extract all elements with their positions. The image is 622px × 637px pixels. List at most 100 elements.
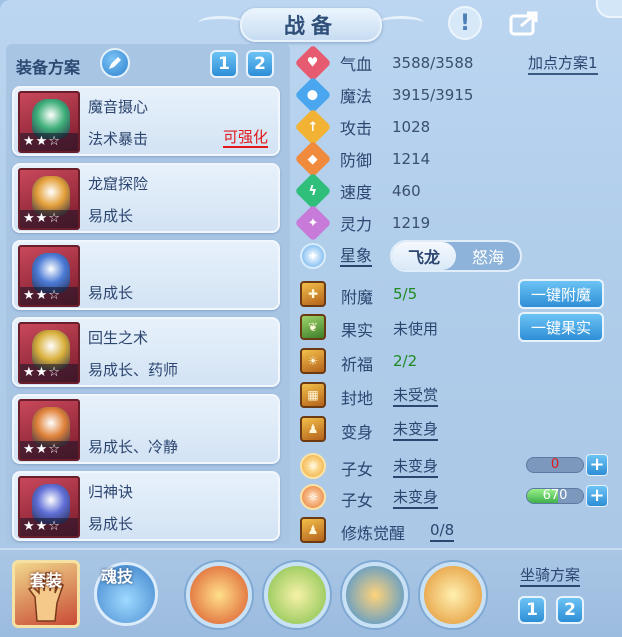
info-icon[interactable]: !: [448, 6, 482, 40]
window-title-bar: 战备: [240, 8, 382, 42]
stat-value: 1214: [392, 150, 431, 168]
attr-icon: ☼: [300, 484, 326, 510]
stat-value: 1028: [392, 118, 431, 136]
attr-icon: ☼: [300, 453, 326, 479]
child-growth-bar: 670: [526, 488, 584, 504]
pet-name: 回生之术: [88, 329, 149, 347]
star-option-feilong[interactable]: 飞龙: [392, 242, 456, 270]
pet-traits: 易成长、冷静: [88, 438, 179, 456]
stat-row: ✦ 灵力 1219: [294, 204, 431, 242]
close-button[interactable]: [596, 0, 622, 18]
attr-icon: ♟: [300, 517, 326, 543]
edit-plan-button[interactable]: [100, 48, 130, 78]
add-point-plan-link[interactable]: 加点方案1: [528, 54, 598, 75]
add-child-growth-button[interactable]: +: [586, 454, 608, 476]
stat-icon: ↑: [294, 108, 332, 146]
stat-name: 灵力: [340, 215, 373, 234]
attr-label: 子女: [341, 460, 374, 479]
attr-icon: ▦: [300, 382, 326, 408]
mount-plan-label: 坐骑方案: [520, 566, 581, 587]
suit-button[interactable]: 套装: [12, 560, 80, 628]
pencil-icon: [109, 57, 121, 69]
stat-row: ↑ 攻击 1028: [294, 108, 431, 146]
stat-name: 速度: [340, 183, 373, 202]
one-click-fruit-button[interactable]: 一键果实: [518, 312, 604, 342]
pet-card[interactable]: ★★☆ 易成长: [12, 240, 280, 310]
pet-portrait: ★★☆: [18, 322, 80, 384]
pet-traits: 易成长: [88, 515, 134, 533]
pet-card[interactable]: ★★☆ 易成长、冷静: [12, 394, 280, 464]
attr-label: 附魔: [341, 288, 374, 307]
soul-skill-label: 魂技: [101, 567, 134, 586]
attr-value: 未使用: [393, 320, 439, 338]
pet-portrait: ★★☆: [18, 91, 80, 153]
child-growth-value: 0: [550, 457, 560, 472]
attr-value[interactable]: 未变身: [393, 488, 439, 509]
stat-value: 460: [392, 182, 421, 200]
pet-name: 龙窟探险: [88, 175, 149, 193]
pet-stars: ★★☆: [20, 364, 78, 382]
title-ornament-left: [198, 16, 244, 30]
mount-plan-2-button[interactable]: 2: [556, 596, 584, 624]
pet-name: 归神诀: [88, 483, 134, 501]
equip-plan-2-button[interactable]: 2: [246, 50, 274, 78]
skill-orb-4-icon[interactable]: [420, 562, 486, 628]
pet-name: 魔音摄心: [88, 98, 149, 116]
stat-row: ● 魔法 3915/3915: [294, 76, 474, 114]
pet-card[interactable]: ★★☆ 魔音摄心法术暴击 可强化: [12, 86, 280, 156]
pet-card[interactable]: ★★☆ 龙窟探险 易成长: [12, 163, 280, 233]
pet-traits: 易成长、药师: [88, 361, 179, 379]
skill-orb-3-icon[interactable]: [342, 562, 408, 628]
attr-value[interactable]: 0/8: [430, 521, 455, 542]
stat-value: 3915/3915: [392, 86, 474, 104]
star-sign-toggle[interactable]: 飞龙 怒海: [390, 240, 522, 272]
star-sign-label[interactable]: 星象: [340, 246, 373, 267]
stat-icon: ●: [294, 76, 332, 114]
attr-value[interactable]: 未变身: [393, 457, 439, 478]
stat-row: ◆ 防御 1214: [294, 140, 431, 178]
pet-portrait: ★★☆: [18, 476, 80, 538]
attr-icon: ♟: [300, 416, 326, 442]
suit-label: 套装: [29, 571, 62, 590]
stat-icon: ✦: [294, 204, 332, 242]
stat-icon: ϟ: [294, 172, 332, 210]
pet-stars: ★★☆: [20, 518, 78, 536]
share-icon[interactable]: [508, 6, 542, 40]
window-title: 战备: [284, 14, 338, 38]
attr-value[interactable]: 未受赏: [393, 386, 439, 407]
pet-traits: 易成长: [88, 284, 134, 302]
add-child-growth-button[interactable]: +: [586, 485, 608, 507]
skill-orb-2-icon[interactable]: [264, 562, 330, 628]
attr-value: 2/2: [393, 352, 418, 370]
stat-name: 防御: [340, 151, 373, 170]
attr-value: 5/5: [393, 285, 418, 303]
attr-label: 封地: [341, 389, 374, 408]
equip-plan-label: 装备方案: [16, 58, 81, 77]
soul-skill-button[interactable]: 魂技: [94, 562, 158, 626]
pet-card[interactable]: ★★☆ 归神诀易成长: [12, 471, 280, 541]
stat-value: 1219: [392, 214, 431, 232]
skill-orb-1-icon[interactable]: [186, 562, 252, 628]
attr-icon: ☀: [300, 348, 326, 374]
pet-traits: 法术暴击: [88, 130, 149, 148]
child-growth-bar: 0: [526, 457, 584, 473]
stat-icon: ♥: [294, 44, 332, 82]
attr-label: 修炼觉醒: [341, 524, 406, 543]
pet-card[interactable]: ★★☆ 回生之术易成长、药师: [12, 317, 280, 387]
attr-label: 子女: [341, 491, 374, 510]
pet-portrait: ★★☆: [18, 245, 80, 307]
one-click-enchant-button[interactable]: 一键附魔: [518, 279, 604, 309]
attr-value[interactable]: 未变身: [393, 420, 439, 441]
star-option-nuhai[interactable]: 怒海: [456, 242, 520, 270]
stat-icon: ◆: [294, 140, 332, 178]
stat-name: 魔法: [340, 87, 373, 106]
pet-portrait: ★★☆: [18, 399, 80, 461]
equip-plan-1-button[interactable]: 1: [210, 50, 238, 78]
attr-label: 变身: [341, 423, 374, 442]
pet-stars: ★★☆: [20, 441, 78, 459]
attr-icon: ✚: [300, 281, 326, 307]
attr-label: 祈福: [341, 355, 374, 374]
upgradable-tag[interactable]: 可强化: [222, 128, 268, 148]
attr-icon: ❦: [300, 314, 326, 340]
mount-plan-1-button[interactable]: 1: [518, 596, 546, 624]
